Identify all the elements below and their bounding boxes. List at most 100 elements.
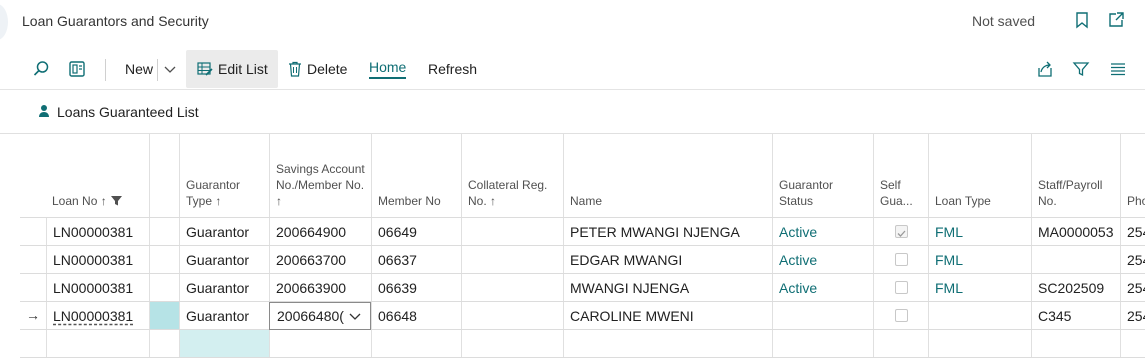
grid-line: [149, 217, 150, 357]
column-header-self-guarantee[interactable]: Self Gua...: [873, 133, 928, 217]
column-header-member-no[interactable]: Member No: [371, 133, 461, 217]
share-button[interactable]: [1036, 50, 1054, 88]
toolbar-divider-line: [0, 89, 1145, 90]
new-row-highlight: [179, 330, 269, 357]
tab-refresh[interactable]: Refresh: [428, 50, 477, 88]
column-header-name[interactable]: Name: [563, 133, 772, 217]
toolbar-divider: [105, 59, 106, 81]
column-header-loan-type[interactable]: Loan Type: [928, 133, 1031, 217]
savings-account-cell[interactable]: 200664900: [269, 218, 371, 246]
staff-payroll-cell[interactable]: C345: [1031, 302, 1120, 330]
name-cell[interactable]: MWANGI NJENGA: [563, 274, 772, 302]
phone-cell[interactable]: 254: [1120, 246, 1145, 274]
staff-payroll-cell[interactable]: [1031, 246, 1120, 274]
save-status: Not saved: [972, 13, 1036, 29]
grid-line: [873, 217, 874, 357]
self-guarantee-checkbox[interactable]: [895, 281, 908, 294]
member-no-cell[interactable]: 06639: [371, 274, 461, 302]
collateral-reg-cell[interactable]: [461, 274, 563, 302]
action-bar: New Edit List Delete Home Refresh: [0, 50, 1145, 90]
analysis-mode-button[interactable]: [68, 50, 86, 88]
loan-type-cell[interactable]: FML: [928, 246, 1031, 274]
phone-cell[interactable]: 254: [1120, 218, 1145, 246]
grid-line: [20, 357, 1145, 358]
person-icon: [39, 105, 49, 117]
checkmark-icon: [897, 230, 906, 237]
name-cell[interactable]: CAROLINE MWENI: [563, 302, 772, 330]
edit-list-label: Edit List: [218, 61, 268, 77]
layout-icon: [69, 61, 85, 77]
edit-list-button[interactable]: Edit List: [186, 50, 278, 88]
collateral-reg-cell[interactable]: [461, 218, 563, 246]
filter-button[interactable]: [1072, 50, 1090, 88]
member-no-cell[interactable]: 06649: [371, 218, 461, 246]
staff-payroll-cell[interactable]: MA0000053: [1031, 218, 1120, 246]
guarantor-type-cell[interactable]: Guarantor: [179, 246, 269, 274]
self-guarantee-checkbox[interactable]: [895, 309, 908, 322]
tab-home[interactable]: Home: [369, 50, 407, 88]
self-guarantee-checkbox[interactable]: [895, 253, 908, 266]
app-corner-decoration: [0, 4, 8, 40]
page-title: Loan Guarantors and Security: [22, 13, 209, 29]
savings-account-input[interactable]: 20066480(: [270, 303, 346, 329]
loan-type-cell[interactable]: FML: [928, 274, 1031, 302]
column-header-loan-no[interactable]: Loan No ↑: [46, 133, 149, 217]
guarantor-type-cell[interactable]: Guarantor: [179, 302, 269, 330]
search-button[interactable]: [32, 50, 50, 88]
home-label: Home: [369, 59, 407, 79]
savings-account-cell[interactable]: 200663900: [269, 274, 371, 302]
guarantor-type-cell[interactable]: Guarantor: [179, 218, 269, 246]
phone-cell[interactable]: 254: [1120, 302, 1145, 330]
self-guarantee-checkbox[interactable]: [895, 225, 908, 238]
savings-account-editor[interactable]: 20066480(: [269, 302, 371, 330]
list-icon: [1111, 63, 1125, 76]
loan-no-cell[interactable]: LN00000381: [46, 246, 149, 274]
column-header-savings-account[interactable]: Savings Account No./Member No. ↑: [269, 133, 371, 217]
subpage-title: Loans Guaranteed List: [57, 104, 199, 120]
column-header-guarantor-status[interactable]: Guarantor Status: [772, 133, 873, 217]
column-header-label: Loan No ↑: [52, 194, 107, 208]
guarantor-type-cell[interactable]: Guarantor: [179, 274, 269, 302]
delete-label: Delete: [307, 61, 348, 77]
collateral-reg-cell[interactable]: [461, 302, 563, 330]
chevron-down-icon: [164, 66, 176, 73]
search-icon: [33, 61, 49, 76]
collateral-reg-cell[interactable]: [461, 246, 563, 274]
delete-button[interactable]: Delete: [288, 50, 347, 88]
new-dropdown-button[interactable]: [163, 50, 177, 88]
staff-payroll-cell[interactable]: SC202509: [1031, 274, 1120, 302]
trash-icon: [289, 61, 301, 77]
loan-no-cell[interactable]: LN00000381: [46, 274, 149, 302]
row-selection-highlight: [149, 302, 179, 330]
savings-account-cell[interactable]: 200663700: [269, 246, 371, 274]
current-row-indicator: →: [26, 307, 40, 323]
chevron-down-icon[interactable]: [348, 310, 362, 322]
new-button[interactable]: New: [125, 50, 153, 88]
column-header-phone[interactable]: Pho: [1120, 133, 1145, 217]
name-cell[interactable]: EDGAR MWANGI: [563, 246, 772, 274]
loan-no-cell[interactable]: LN00000381: [46, 302, 149, 330]
loan-type-cell[interactable]: FML: [928, 218, 1031, 246]
filter-icon: [1072, 62, 1090, 77]
phone-cell[interactable]: 254: [1120, 274, 1145, 302]
column-header-blank: [149, 133, 179, 217]
open-new-window-icon[interactable]: [1107, 11, 1125, 29]
guarantor-status-cell[interactable]: Active: [772, 218, 873, 246]
guarantor-status-cell[interactable]: Active: [772, 246, 873, 274]
guarantor-status-cell[interactable]: [772, 302, 873, 330]
loan-type-cell[interactable]: [928, 302, 1031, 330]
name-cell[interactable]: PETER MWANGI NJENGA: [563, 218, 772, 246]
filter-icon: [110, 196, 122, 206]
member-no-cell[interactable]: 06648: [371, 302, 461, 330]
member-no-cell[interactable]: 06637: [371, 246, 461, 274]
list-view-button[interactable]: [1110, 50, 1126, 88]
loan-no-cell[interactable]: LN00000381: [46, 218, 149, 246]
column-header-collateral-reg[interactable]: Collateral Reg. No. ↑: [461, 133, 563, 217]
column-header-staff-payroll[interactable]: Staff/Payroll No.: [1031, 133, 1121, 217]
bookmark-icon[interactable]: [1073, 11, 1091, 29]
share-icon: [1038, 61, 1052, 77]
column-header-guarantor-type[interactable]: Guarantor Type ↑: [179, 133, 269, 217]
toolbar-divider: [157, 59, 158, 81]
guarantor-status-cell[interactable]: Active: [772, 274, 873, 302]
edit-list-icon: [197, 62, 213, 76]
